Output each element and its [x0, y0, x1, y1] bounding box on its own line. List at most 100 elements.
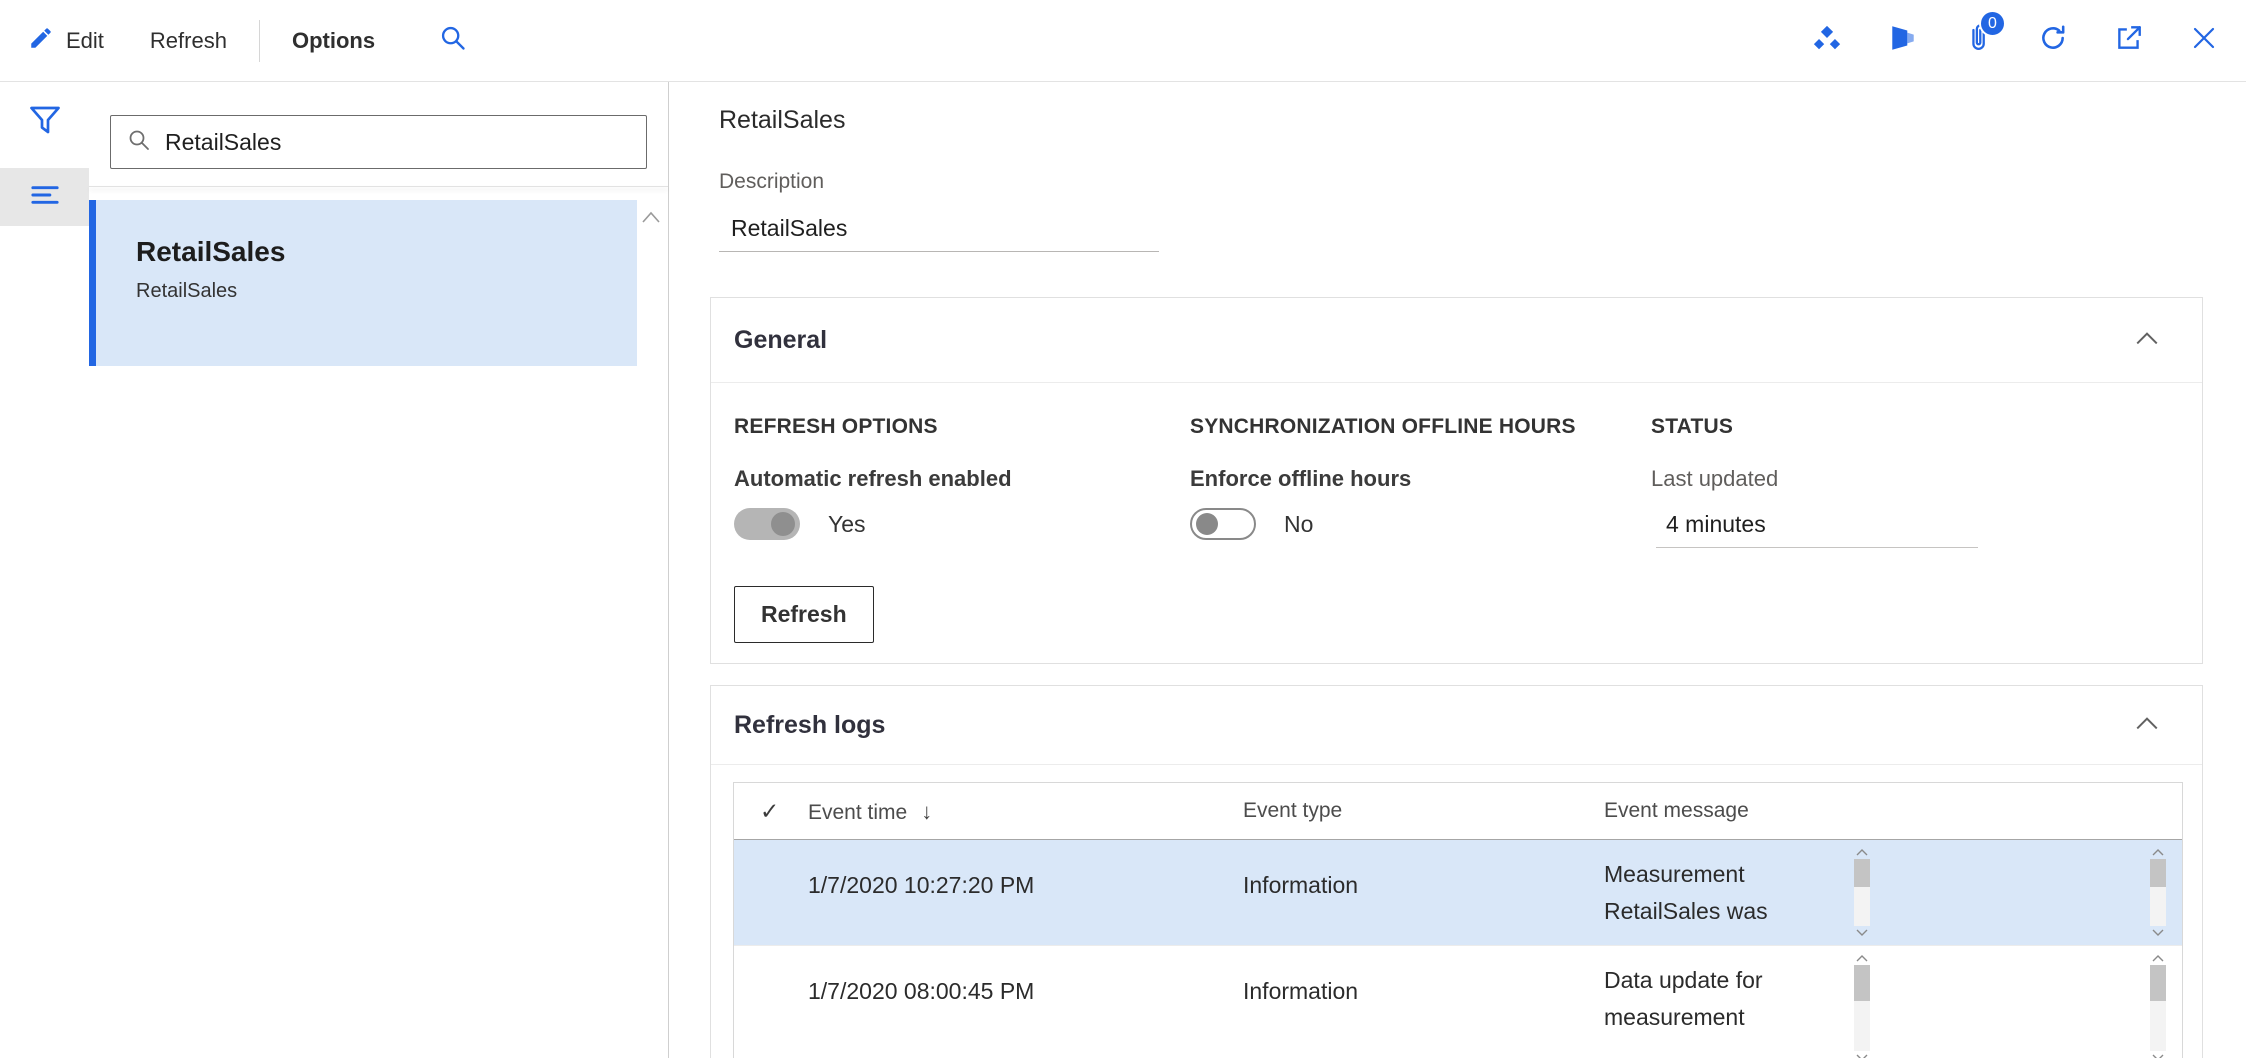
grid-header-row: ✓ Event time ↓ Event type Event message	[734, 783, 2182, 840]
refresh-circular-icon	[2038, 23, 2068, 58]
list-search-box[interactable]	[110, 115, 647, 169]
refresh-menu-button[interactable]: Refresh	[150, 28, 227, 54]
general-section: General REFRESH OPTIONS SYNCHRONIZATION …	[710, 297, 2203, 664]
chevron-up-icon	[641, 211, 661, 228]
event-time-label: Event time	[808, 801, 907, 824]
event-type-cell: Information	[1243, 978, 1358, 1005]
sync-offline-hours-heading: SYNCHRONIZATION OFFLINE HOURS	[1190, 415, 1576, 439]
row-scrollbar[interactable]	[2148, 954, 2168, 1058]
refresh-page-button[interactable]	[2038, 23, 2068, 58]
close-button[interactable]	[2190, 24, 2218, 57]
list-item-title: RetailSales	[89, 200, 637, 268]
toggle-knob	[1196, 513, 1218, 535]
refresh-logs-header[interactable]: Refresh logs	[711, 686, 2202, 765]
sort-descending-icon: ↓	[921, 799, 932, 824]
column-header-event-time[interactable]: Event time ↓	[808, 799, 932, 825]
action-bar-left: Edit Refresh Options	[0, 20, 467, 62]
scrollbar-track[interactable]	[2150, 965, 2166, 1051]
refresh-logs-title: Refresh logs	[734, 711, 885, 740]
toolbar-divider	[259, 20, 260, 62]
general-section-header[interactable]: General	[711, 298, 2202, 383]
event-type-cell: Information	[1243, 872, 1358, 899]
edit-button[interactable]: Edit	[28, 25, 104, 57]
refresh-options-heading: REFRESH OPTIONS	[734, 415, 938, 439]
column-header-event-type[interactable]: Event type	[1243, 799, 1342, 823]
event-message-line: measurement	[1604, 1004, 1745, 1030]
favorites-button[interactable]	[1812, 23, 1842, 58]
edit-label: Edit	[66, 28, 104, 54]
description-label: Description	[719, 170, 824, 194]
dynamics-365-icon	[1888, 23, 1918, 58]
list-scroll-up-button[interactable]	[641, 210, 661, 229]
scrollbar-thumb[interactable]	[1854, 965, 1870, 1001]
scrollbar-thumb[interactable]	[2150, 965, 2166, 1001]
scrollbar-thumb[interactable]	[1854, 859, 1870, 887]
selected-item-accent	[89, 200, 96, 366]
cell-scrollbar[interactable]	[1852, 848, 1872, 937]
open-in-new-window-icon	[2114, 23, 2144, 58]
search-button[interactable]	[439, 24, 467, 57]
dynamics-365-button[interactable]	[1888, 23, 1918, 58]
diamond-cluster-icon	[1812, 23, 1842, 58]
scrollbar-track[interactable]	[1854, 965, 1870, 1051]
chevron-up-icon	[2134, 329, 2160, 352]
refresh-action-button[interactable]: Refresh	[734, 586, 874, 643]
left-rail	[0, 82, 89, 1058]
action-bar-right: 0	[1812, 22, 2246, 59]
close-icon	[2190, 24, 2218, 57]
last-updated-label: Last updated	[1651, 466, 1778, 492]
edit-pencil-icon	[28, 25, 54, 57]
grid-row-selected[interactable]: 1/7/2020 10:27:20 PM Information Measure…	[734, 840, 2182, 945]
auto-refresh-toggle[interactable]: Yes	[734, 508, 866, 540]
event-message-line: Measurement	[1604, 861, 1745, 887]
auto-refresh-label: Automatic refresh enabled	[734, 466, 1012, 492]
filter-funnel-icon	[27, 125, 63, 142]
list-menu-icon	[28, 178, 62, 217]
event-message-line: RetailSales was	[1604, 898, 1768, 924]
detail-pane: RetailSales Description General REFRESH …	[670, 82, 2246, 1058]
refresh-menu-label: Refresh	[150, 28, 227, 54]
scrollbar-track[interactable]	[2150, 859, 2166, 926]
status-heading: STATUS	[1651, 415, 1733, 439]
enforce-offline-label: Enforce offline hours	[1190, 466, 1411, 492]
sidebar-divider	[89, 186, 668, 187]
options-menu-label: Options	[292, 28, 375, 54]
event-message-cell: Measurement RetailSales was	[1604, 856, 1768, 930]
scrollbar-track[interactable]	[1854, 859, 1870, 926]
event-message-cell: Data update for measurement	[1604, 962, 1763, 1036]
list-item[interactable]: RetailSales RetailSales	[89, 200, 637, 366]
column-header-event-message[interactable]: Event message	[1604, 799, 1749, 823]
last-updated-value: 4 minutes	[1656, 502, 1978, 548]
event-message-line: Data update for	[1604, 967, 1763, 993]
list-search-icon	[127, 128, 151, 157]
open-in-new-window-button[interactable]	[2114, 23, 2144, 58]
page-title: RetailSales	[719, 106, 845, 135]
auto-refresh-toggle-value: Yes	[828, 511, 866, 538]
select-all-check-icon[interactable]: ✓	[760, 798, 779, 825]
grid-row[interactable]: 1/7/2020 08:00:45 PM Information Data up…	[734, 945, 2182, 1058]
attachments-button[interactable]: 0	[1964, 22, 1992, 59]
scrollbar-thumb[interactable]	[2150, 859, 2166, 887]
general-section-title: General	[734, 326, 827, 355]
list-item-subtitle: RetailSales	[89, 268, 637, 303]
toggle-on-control[interactable]	[734, 508, 800, 540]
row-scrollbar[interactable]	[2148, 848, 2168, 937]
app-window: Edit Refresh Options	[0, 0, 2246, 1058]
event-time-cell: 1/7/2020 10:27:20 PM	[808, 872, 1034, 899]
list-search-input[interactable]	[165, 129, 630, 156]
toggle-off-control[interactable]	[1190, 508, 1256, 540]
general-collapse-button[interactable]	[2134, 329, 2160, 352]
refresh-logs-collapse-button[interactable]	[2134, 714, 2160, 737]
list-view-button[interactable]	[0, 168, 89, 226]
refresh-logs-grid: ✓ Event time ↓ Event type Event message 1…	[733, 782, 2183, 1058]
cell-scrollbar[interactable]	[1852, 954, 1872, 1058]
filter-button[interactable]	[27, 102, 63, 143]
event-time-cell: 1/7/2020 08:00:45 PM	[808, 978, 1034, 1005]
enforce-offline-toggle[interactable]: No	[1190, 508, 1313, 540]
enforce-offline-toggle-value: No	[1284, 511, 1313, 538]
search-icon	[439, 24, 467, 57]
options-menu-button[interactable]: Options	[292, 28, 375, 54]
attachments-count-badge: 0	[1979, 10, 2006, 37]
description-field[interactable]	[719, 206, 1159, 252]
toggle-knob	[771, 512, 795, 536]
